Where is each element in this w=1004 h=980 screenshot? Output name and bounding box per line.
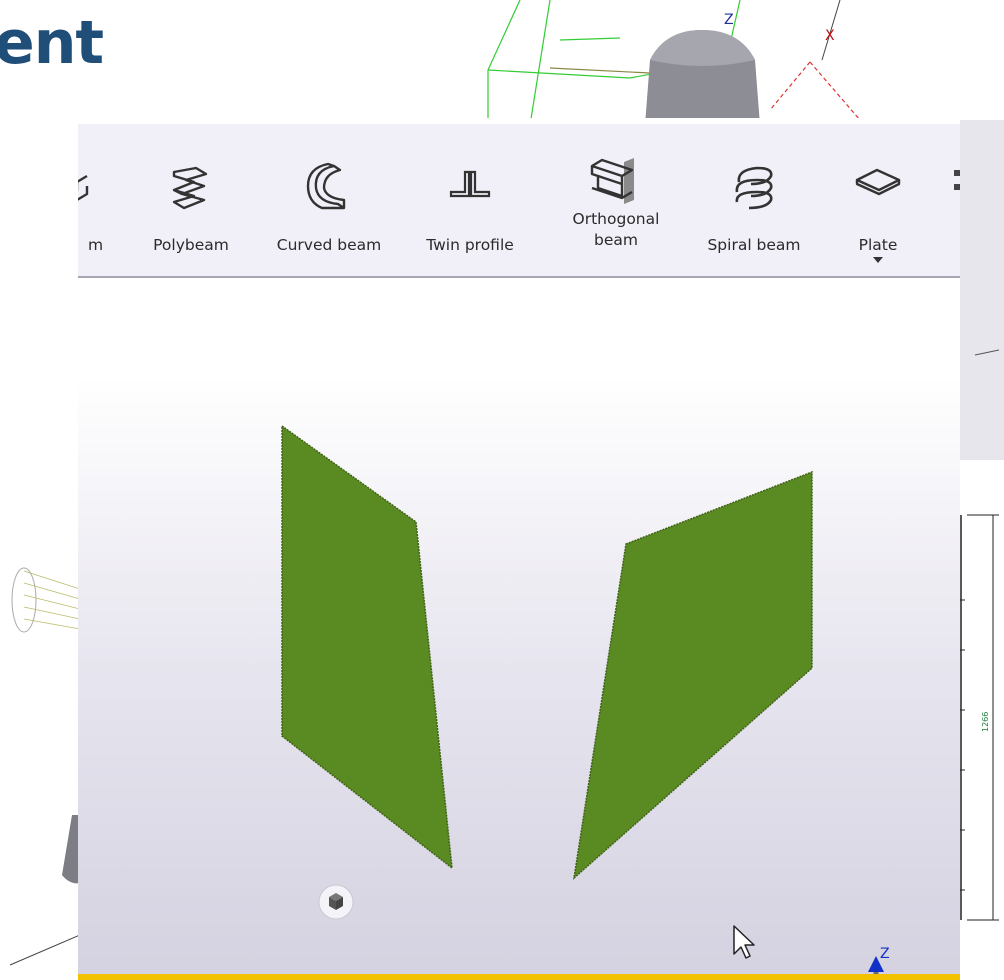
ribbon-toolbar: m Polybeam Curved beam Twin profile Orth… xyxy=(78,124,960,278)
bg-dimension-label: 1266 xyxy=(981,712,990,732)
spiral-beam-button[interactable]: Spiral beam xyxy=(694,124,814,276)
bg-axis-z-label: Z xyxy=(724,12,734,28)
spiral-beam-button-label: Spiral beam xyxy=(707,236,801,254)
beam-button-label: m xyxy=(88,236,104,254)
curved-beam-button[interactable]: Curved beam xyxy=(264,124,394,276)
orthogonal-beam-label-line2: beam xyxy=(594,231,638,249)
beam-icon xyxy=(78,174,89,201)
twin-profile-icon xyxy=(449,170,491,198)
background-pipe xyxy=(9,567,80,966)
slide-title: ent xyxy=(0,8,104,78)
axis-z-label: Z xyxy=(880,946,890,962)
background-3d-model: Z X xyxy=(487,0,861,125)
orthogonal-beam-label-line1: Orthogonal xyxy=(572,210,660,228)
beam-button[interactable]: m xyxy=(78,124,103,276)
plate-icon xyxy=(855,168,901,196)
polybeam-button-label: Polybeam xyxy=(153,236,229,254)
orthogonal-beam-button[interactable]: Orthogonal beam xyxy=(556,124,676,276)
polybeam-button[interactable]: Polybeam xyxy=(146,124,236,276)
curved-beam-button-label: Curved beam xyxy=(276,236,382,254)
orthogonal-beam-icon xyxy=(590,158,634,204)
mouse-cursor-icon xyxy=(733,925,755,959)
viewport-canvas[interactable]: Z X Y xyxy=(78,276,960,980)
plate-object-left[interactable] xyxy=(281,424,453,870)
ribbon-overflow-icon[interactable] xyxy=(954,166,960,206)
navigation-cube-button[interactable] xyxy=(318,884,354,920)
model-viewport[interactable]: Z X Y xyxy=(78,276,960,980)
twin-profile-button[interactable]: Twin profile xyxy=(408,124,532,276)
bg-axis-x-label: X xyxy=(825,28,835,44)
plate-button[interactable]: Plate xyxy=(828,124,928,276)
curved-beam-icon xyxy=(306,162,346,210)
twin-profile-button-label: Twin profile xyxy=(426,236,514,254)
polybeam-icon xyxy=(172,166,208,210)
status-bar-accent xyxy=(78,974,960,980)
background-drawing: 1266 xyxy=(955,120,1004,980)
plate-button-label: Plate xyxy=(858,236,898,254)
spiral-beam-icon xyxy=(735,166,773,210)
application-window: m Polybeam Curved beam Twin profile Orth… xyxy=(78,118,960,980)
axis-triad: Z X Y xyxy=(868,946,890,980)
plate-dropdown-arrow-icon[interactable] xyxy=(873,257,883,263)
plate-object-right[interactable] xyxy=(572,470,813,880)
